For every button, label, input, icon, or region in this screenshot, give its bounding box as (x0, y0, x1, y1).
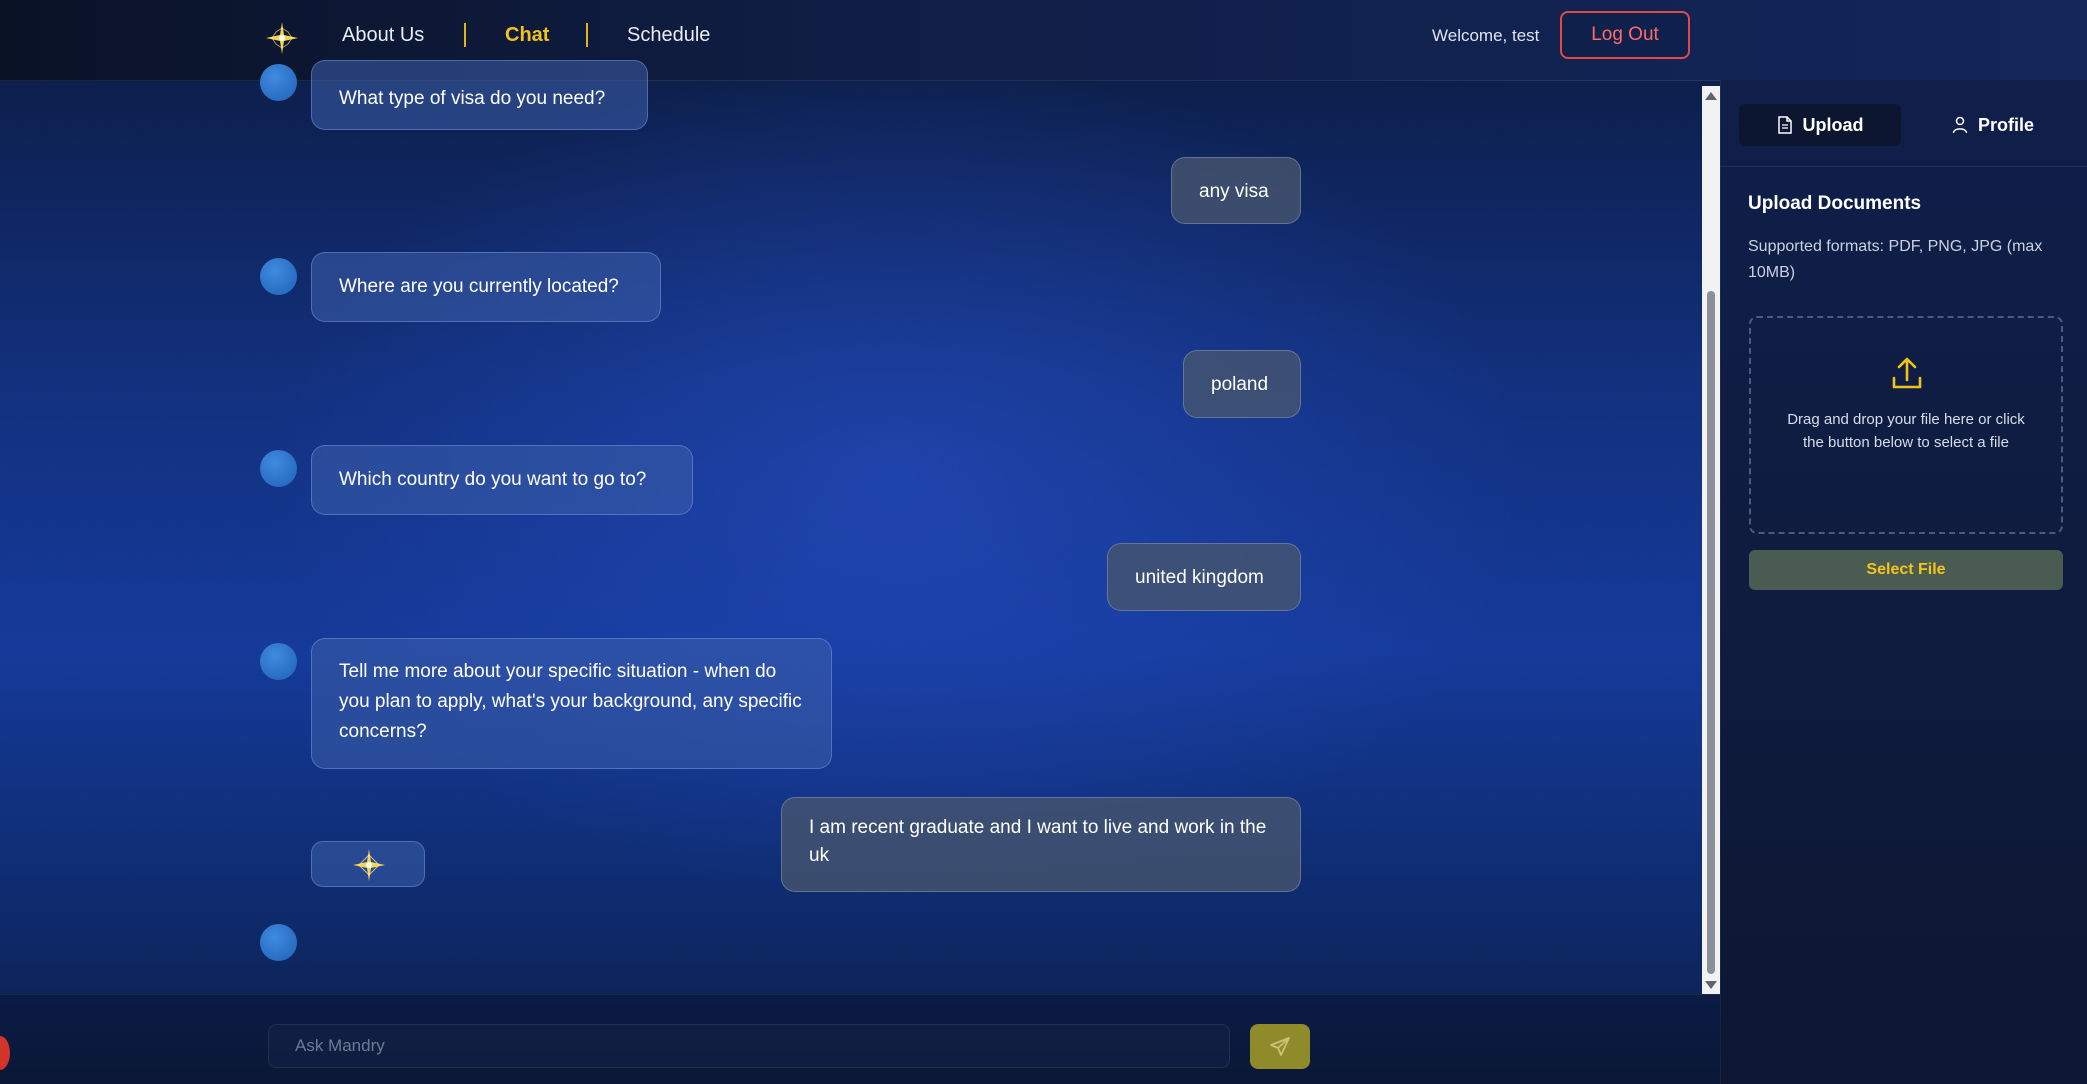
upload-icon (1892, 357, 1922, 389)
user-message: I am recent graduate and I want to live … (781, 797, 1301, 892)
nav-divider (464, 23, 466, 47)
bot-message: Where are you currently located? (311, 252, 661, 322)
select-file-button[interactable]: Select File (1749, 550, 2063, 590)
star-icon (353, 849, 385, 881)
bot-message: Which country do you want to go to? (311, 445, 693, 515)
scrollbar-thumb[interactable] (1707, 291, 1715, 974)
bot-avatar (260, 64, 297, 101)
tab-profile[interactable]: Profile (1920, 104, 2066, 146)
scroll-up-arrow-icon[interactable] (1705, 92, 1717, 100)
welcome-text: Welcome, test (1432, 26, 1540, 45)
user-message: any visa (1171, 157, 1301, 224)
bot-avatar (260, 924, 297, 961)
tab-profile-label: Profile (1977, 114, 2034, 135)
document-icon (1777, 116, 1792, 134)
bot-message: Tell me more about your specific situati… (311, 638, 832, 769)
nav-about-us[interactable]: About Us (342, 24, 424, 47)
bot-message: What type of visa do you need? (311, 60, 648, 130)
bot-avatar (260, 450, 297, 487)
chat-input[interactable] (268, 1024, 1230, 1068)
tab-upload-label: Upload (1802, 114, 1864, 135)
bot-avatar (260, 258, 297, 295)
nav-chat[interactable]: Chat (505, 24, 549, 47)
bot-avatar (260, 643, 297, 680)
typing-indicator (311, 841, 425, 887)
chat-scrollbar[interactable] (1702, 86, 1720, 995)
star-logo-icon[interactable] (264, 20, 300, 56)
tab-upload[interactable]: Upload (1739, 104, 1901, 146)
nav-divider (586, 23, 588, 47)
user-message: united kingdom (1107, 543, 1301, 611)
file-dropzone[interactable]: Drag and drop your file here or click th… (1749, 316, 2063, 534)
logout-button[interactable]: Log Out (1560, 11, 1690, 59)
dropzone-text: Drag and drop your file here or click th… (1787, 411, 2025, 451)
scroll-down-arrow-icon[interactable] (1705, 981, 1717, 989)
upload-documents-title: Upload Documents (1748, 193, 1922, 214)
send-icon (1270, 1036, 1290, 1056)
user-message: poland (1183, 350, 1301, 418)
supported-formats-text: Supported formats: PDF, PNG, JPG (max 10… (1748, 238, 2043, 281)
user-icon (1952, 116, 1968, 134)
nav-schedule[interactable]: Schedule (627, 24, 710, 47)
send-button[interactable] (1250, 1024, 1310, 1069)
